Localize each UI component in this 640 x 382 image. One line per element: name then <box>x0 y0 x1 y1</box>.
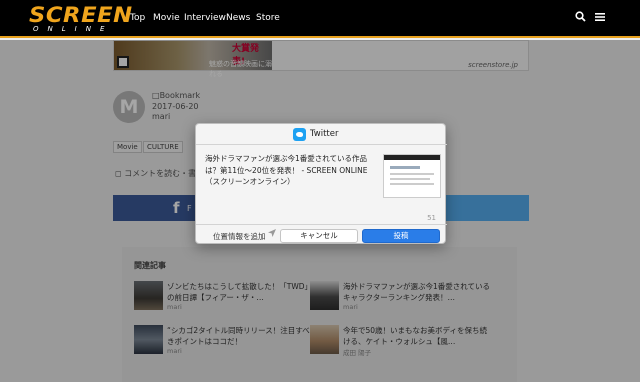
top-navigation: SCREEN ONLINE Top Movie Interview News S… <box>0 0 640 38</box>
site-logo[interactable]: SCREEN ONLINE <box>29 5 132 33</box>
dialog-header: Twitter <box>196 124 447 145</box>
logo-main-text: SCREEN <box>29 3 133 27</box>
logo-sub-text: ONLINE <box>33 25 114 33</box>
add-location-button[interactable]: 位置情報を追加 <box>213 231 266 242</box>
nav-item-news[interactable]: News <box>226 13 250 23</box>
post-button[interactable]: 投稿 <box>362 229 440 243</box>
link-preview-thumbnail <box>383 154 441 198</box>
character-count: 51 <box>427 214 436 222</box>
preview-text-line <box>390 183 434 185</box>
preview-text-line <box>390 173 434 175</box>
dialog-footer: 位置情報を追加 キャンセル 投稿 <box>196 224 447 245</box>
nav-item-movie[interactable]: Movie <box>153 13 180 23</box>
search-icon[interactable] <box>575 11 586 25</box>
twitter-share-dialog: Twitter 海外ドラマファンが選ぶ今1番愛されている作品は？第11位〜20位… <box>195 123 447 245</box>
nav-item-interview[interactable]: Interview <box>184 13 226 23</box>
twitter-bird-icon <box>293 128 306 141</box>
preview-text-line <box>390 178 430 180</box>
nav-item-store[interactable]: Store <box>256 13 280 23</box>
location-arrow-icon[interactable] <box>268 229 276 240</box>
hamburger-menu-icon[interactable] <box>595 11 605 25</box>
tweet-text-field[interactable]: 海外ドラマファンが選ぶ今1番愛されている作品は？第11位〜20位を発表！ - S… <box>205 153 375 188</box>
preview-header-bar <box>384 155 440 160</box>
dialog-title: Twitter <box>310 129 339 139</box>
cancel-button[interactable]: キャンセル <box>280 229 358 243</box>
preview-title-line <box>390 166 420 169</box>
nav-item-top[interactable]: Top <box>130 13 145 23</box>
